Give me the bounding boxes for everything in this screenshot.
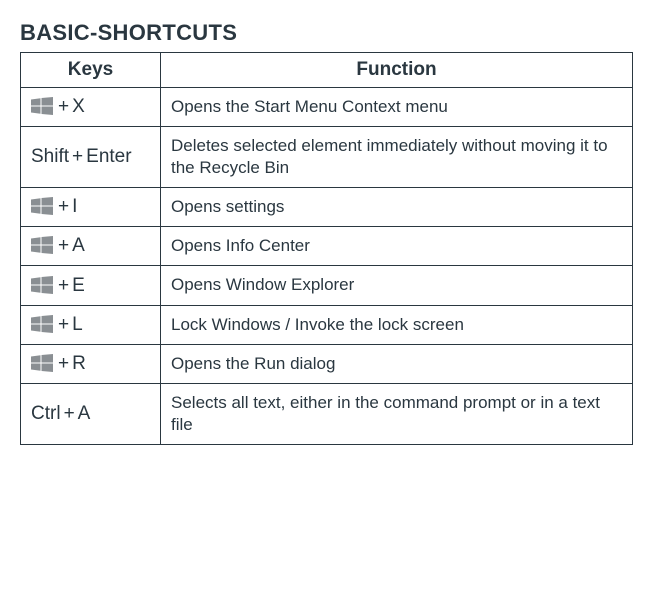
key-text: Ctrl [31,403,61,424]
key-plus: + [55,235,72,256]
key-plus: + [69,146,86,167]
key-text: I [72,196,77,217]
key-text: Enter [86,146,131,167]
table-row: +EOpens Window Explorer [21,266,633,305]
header-keys: Keys [21,53,161,88]
table-header-row: Keys Function [21,53,633,88]
windows-key-icon [31,236,53,256]
table-row: +IOpens settings [21,188,633,227]
function-cell: Opens Info Center [161,227,633,266]
table-row: Shift+EnterDeletes selected element imme… [21,127,633,188]
shortcuts-table: Keys Function +XOpens the Start Menu Con… [20,52,633,445]
key-text: R [72,353,86,374]
table-row: +LLock Windows / Invoke the lock screen [21,305,633,344]
function-cell: Lock Windows / Invoke the lock screen [161,305,633,344]
page-title: BASIC-SHORTCUTS [20,20,632,46]
windows-key-icon [31,354,53,374]
key-plus: + [61,403,78,424]
function-cell: Opens the Start Menu Context menu [161,88,633,127]
function-cell: Opens Window Explorer [161,266,633,305]
key-text: E [72,275,85,296]
windows-key-icon [31,197,53,217]
keys-cell: +X [21,88,161,127]
key-plus: + [55,96,72,117]
table-row: +AOpens Info Center [21,227,633,266]
key-plus: + [55,275,72,296]
key-plus: + [55,196,72,217]
header-function: Function [161,53,633,88]
keys-cell: +L [21,305,161,344]
key-text: L [72,314,83,335]
key-text: Shift [31,146,69,167]
keys-cell: Shift+Enter [21,127,161,188]
function-cell: Deletes selected element immediately wit… [161,127,633,188]
keys-cell: +I [21,188,161,227]
key-text: A [72,235,85,256]
key-text: A [78,403,91,424]
function-cell: Selects all text, either in the command … [161,383,633,444]
keys-cell: +R [21,344,161,383]
table-row: +XOpens the Start Menu Context menu [21,88,633,127]
key-text: X [72,96,85,117]
windows-key-icon [31,97,53,117]
function-cell: Opens settings [161,188,633,227]
table-row: +ROpens the Run dialog [21,344,633,383]
keys-cell: +A [21,227,161,266]
key-plus: + [55,353,72,374]
key-plus: + [55,314,72,335]
keys-cell: +E [21,266,161,305]
windows-key-icon [31,315,53,335]
table-row: Ctrl+ASelects all text, either in the co… [21,383,633,444]
windows-key-icon [31,276,53,296]
function-cell: Opens the Run dialog [161,344,633,383]
keys-cell: Ctrl+A [21,383,161,444]
